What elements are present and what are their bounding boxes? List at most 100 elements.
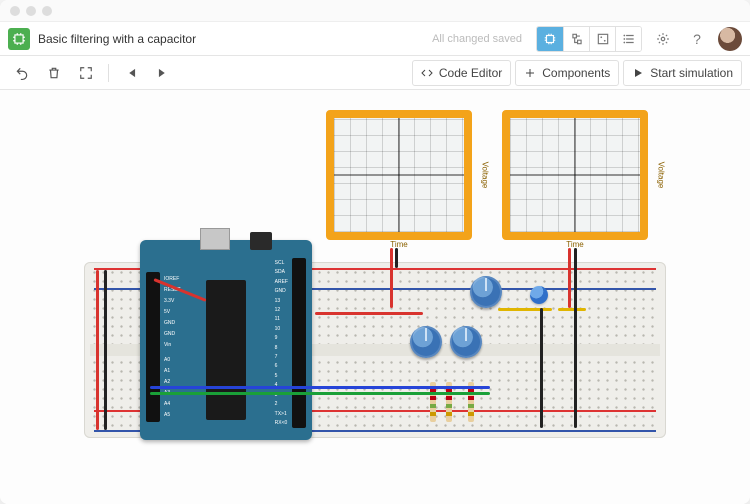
divider xyxy=(108,64,109,82)
potentiometer-3[interactable] xyxy=(450,326,482,358)
delete-button[interactable] xyxy=(40,60,68,86)
arduino-pin-label: SCL xyxy=(275,260,285,266)
view-tab-circuit[interactable] xyxy=(537,27,563,51)
arduino-right-labels: SCLSDAAREFGND1312111098765432TX>1RX<0 xyxy=(275,260,288,426)
undo-button[interactable] xyxy=(8,60,36,86)
wire-black-scope-r[interactable] xyxy=(574,248,577,428)
capacitor[interactable] xyxy=(530,286,548,304)
wire-yellow-2[interactable] xyxy=(558,308,586,311)
oscilloscope-left[interactable]: Time Voltage xyxy=(326,110,472,240)
view-tabs xyxy=(536,26,642,52)
arduino-header-right xyxy=(292,258,306,428)
scope-y-label: Voltage xyxy=(481,162,490,189)
code-editor-button[interactable]: Code Editor xyxy=(412,60,511,86)
wire-black-cap[interactable] xyxy=(540,308,543,428)
skip-back-icon xyxy=(124,66,138,80)
arduino-pin-label: A4 xyxy=(164,401,181,407)
chip-icon xyxy=(543,32,557,46)
arduino-pin-label: 6 xyxy=(275,363,278,369)
arduino-pin-label: 12 xyxy=(275,307,281,313)
traffic-light-close[interactable] xyxy=(10,6,20,16)
arduino-pin-label: 10 xyxy=(275,326,281,332)
oscilloscope-right[interactable]: Time Voltage xyxy=(502,110,648,240)
scope-grid xyxy=(510,118,640,232)
arduino-pin-label: 5V xyxy=(164,309,181,315)
arduino-pin-label: AREF xyxy=(275,279,288,285)
arduino-pin-label: 13 xyxy=(275,298,281,304)
arduino-pin-label: RX<0 xyxy=(275,420,288,426)
chip-icon xyxy=(12,32,26,46)
arduino-pin-label: IOREF xyxy=(164,276,181,282)
components-label: Components xyxy=(542,66,610,80)
gear-icon xyxy=(656,32,670,46)
scope-x-label: Time xyxy=(390,240,407,249)
potentiometer-2[interactable] xyxy=(410,326,442,358)
arduino-board[interactable]: IOREFRESET3.3V5VGNDGNDVinA0A1A2A3A4A5 SC… xyxy=(140,240,312,440)
topbar: Basic filtering with a capacitor All cha… xyxy=(0,22,750,56)
save-status: All changed saved xyxy=(432,33,522,45)
skip-forward-icon xyxy=(156,66,170,80)
components-button[interactable]: Components xyxy=(515,60,619,86)
wire-black-scope-l[interactable] xyxy=(395,248,398,268)
arduino-pin-label: TX>1 xyxy=(275,411,287,417)
arduino-mcu-chip xyxy=(206,280,246,420)
step-back-button[interactable] xyxy=(117,60,145,86)
arduino-pin-label: A5 xyxy=(164,412,181,418)
arduino-pin-label: 5 xyxy=(275,373,278,379)
arduino-pin-label: A1 xyxy=(164,368,181,374)
fit-icon xyxy=(79,66,93,80)
scope-grid xyxy=(334,118,464,232)
step-forward-button[interactable] xyxy=(149,60,177,86)
app-window: Basic filtering with a capacitor All cha… xyxy=(0,0,750,504)
editor-toolbar: Code Editor Components Start simulation xyxy=(0,56,750,90)
project-title[interactable]: Basic filtering with a capacitor xyxy=(38,32,196,46)
start-simulation-button[interactable]: Start simulation xyxy=(623,60,742,86)
arduino-pin-label: GND xyxy=(164,320,181,326)
brand-chip[interactable] xyxy=(8,28,30,50)
potentiometer-1[interactable] xyxy=(470,276,502,308)
arduino-pin-label: GND xyxy=(275,288,286,294)
wire-blue[interactable] xyxy=(150,386,490,389)
code-icon xyxy=(421,67,433,79)
undo-icon xyxy=(15,66,29,80)
help-button[interactable]: ? xyxy=(684,27,710,51)
plus-icon xyxy=(524,67,536,79)
wire-red-rail[interactable] xyxy=(96,270,99,430)
code-editor-label: Code Editor xyxy=(439,66,502,80)
fit-button[interactable] xyxy=(72,60,100,86)
arduino-pin-label: 2 xyxy=(275,401,278,407)
arduino-pin-label: A0 xyxy=(164,357,181,363)
wire-red-scope-r[interactable] xyxy=(568,248,571,308)
scope-y-label: Voltage xyxy=(657,162,666,189)
arduino-pin-label: GND xyxy=(164,331,181,337)
settings-button[interactable] xyxy=(650,27,676,51)
avatar[interactable] xyxy=(718,27,742,51)
arduino-pin-label: SDA xyxy=(275,269,285,275)
arduino-pin-label: 8 xyxy=(275,345,278,351)
arduino-pin-label: A2 xyxy=(164,379,181,385)
trash-icon xyxy=(47,66,61,80)
traffic-light-zoom[interactable] xyxy=(42,6,52,16)
traffic-light-minimize[interactable] xyxy=(26,6,36,16)
arduino-pin-label: 7 xyxy=(275,354,278,360)
arduino-barrel-jack xyxy=(250,232,272,250)
wire-yellow-1[interactable] xyxy=(498,308,552,311)
wire-green[interactable] xyxy=(150,392,490,395)
list-icon xyxy=(622,32,636,46)
arduino-pin-label: Vin xyxy=(164,342,181,348)
view-tab-list[interactable] xyxy=(615,27,641,51)
wire-red-2[interactable] xyxy=(390,248,393,308)
arduino-pin-label: 9 xyxy=(275,335,278,341)
window-titlebar xyxy=(0,0,750,22)
wire-red-1[interactable] xyxy=(315,312,423,315)
arduino-left-labels: IOREFRESET3.3V5VGNDGNDVinA0A1A2A3A4A5 xyxy=(164,276,181,418)
design-canvas[interactable]: Time Voltage Time Voltage IOREFRESET3.3V… xyxy=(0,90,750,504)
start-simulation-label: Start simulation xyxy=(650,66,733,80)
view-tab-pcb[interactable] xyxy=(589,27,615,51)
view-tab-schematic[interactable] xyxy=(563,27,589,51)
arduino-usb xyxy=(200,228,230,250)
wire-black-rail[interactable] xyxy=(104,270,107,430)
schematic-icon xyxy=(570,32,584,46)
arduino-pin-label: 11 xyxy=(275,316,280,322)
play-icon xyxy=(632,67,644,79)
